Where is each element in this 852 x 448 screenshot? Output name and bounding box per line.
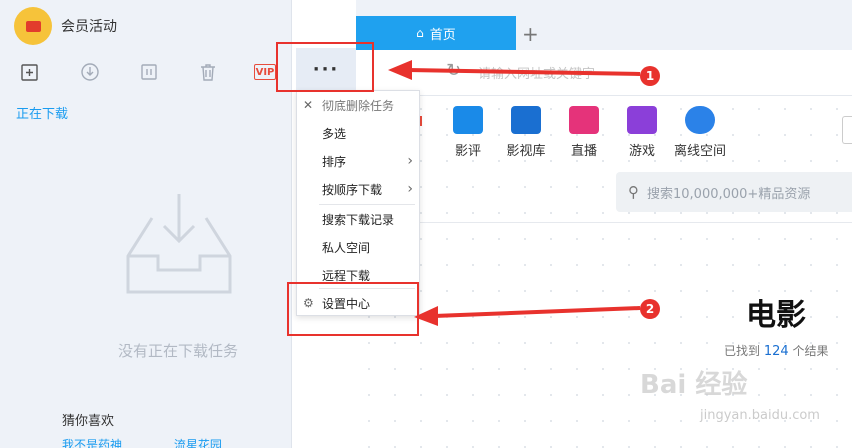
annotation-arrows: [388, 60, 641, 326]
step-badge-2: 2: [640, 299, 660, 319]
step-badge-1: 1: [640, 66, 660, 86]
